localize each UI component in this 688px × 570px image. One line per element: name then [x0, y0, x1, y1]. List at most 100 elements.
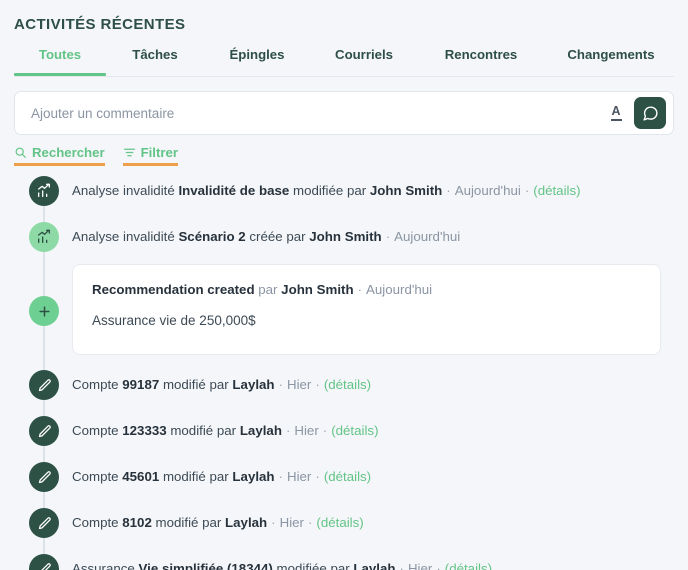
- activity-action: modifiée par: [289, 183, 370, 198]
- separator-dot: ·: [524, 183, 530, 198]
- activity-actor: Laylah: [225, 515, 268, 530]
- activity-subject: Invalidité de base: [178, 183, 290, 198]
- timeline-badge-analytics-chart: [29, 176, 59, 206]
- search-icon: [15, 147, 26, 158]
- activity-prefix: Assurance: [72, 561, 139, 570]
- timeline-item: Analyse invalidité Scénario 2 créée par …: [72, 228, 460, 246]
- comment-composer[interactable]: A: [14, 91, 674, 135]
- activity-actor: Laylah: [239, 423, 282, 438]
- activity-subject: 123333: [122, 423, 167, 438]
- tab--pingles[interactable]: Épingles: [197, 44, 317, 62]
- recommendation-timestamp: Aujourd'hui: [366, 282, 433, 297]
- format-underline-bar: [610, 119, 622, 121]
- activity-action: modifié par: [159, 377, 233, 392]
- recommendation-action: par: [254, 282, 282, 297]
- recommendation-card[interactable]: Recommendation created par John Smith · Au…: [72, 264, 661, 355]
- page-title: ACTIVITÉS RÉCENTES: [14, 16, 186, 33]
- activity-actor: Laylah: [232, 377, 275, 392]
- recommendation-body: Assurance vie de 250,000$: [92, 313, 256, 328]
- details-link[interactable]: (détails): [324, 377, 371, 392]
- recent-activities-panel: ACTIVITÉS RÉCENTES Toutes Tâches Épingles C…: [0, 0, 688, 570]
- pencil-icon: [38, 516, 51, 529]
- recommendation-card-header: Recommendation created par John Smith · Au…: [92, 282, 432, 297]
- analytics-chart-icon: [38, 229, 50, 243]
- tab-rencontres[interactable]: Rencontres: [421, 44, 541, 62]
- separator-dot: ·: [385, 229, 391, 244]
- activity-timestamp: Aujourd'hui: [394, 229, 461, 244]
- timeline-item: Compte 8102 modifié par Laylah · Hier · (dét…: [72, 514, 364, 532]
- activity-subject: 99187: [122, 377, 160, 392]
- active-tab-underline: [14, 73, 106, 76]
- timeline-item: Compte 99187 modifié par Laylah · Hier · (dé…: [72, 376, 371, 394]
- separator-dot: ·: [446, 183, 451, 198]
- activity-action: modifié par: [159, 469, 233, 484]
- activity-tabs: Toutes Tâches Épingles Courriels Rencontres C…: [0, 44, 688, 76]
- separator-dot: ·: [285, 423, 291, 438]
- activity-action: modifié par: [151, 515, 226, 530]
- comment-input[interactable]: [15, 105, 604, 121]
- timeline-badge-pencil: [29, 554, 59, 570]
- activity-timestamp: Hier: [294, 423, 319, 438]
- activity-action: créée par: [245, 229, 310, 244]
- activity-prefix: Compte: [72, 377, 123, 392]
- timeline-item: Compte 123333 modifié par Laylah · Hier · (d…: [72, 422, 379, 440]
- activity-timestamp: Hier: [279, 515, 304, 530]
- activity-prefix: Analyse invalidité: [72, 183, 179, 198]
- timeline-item: Analyse invalidité Invalidité de base mo…: [72, 182, 581, 200]
- pencil-icon: [38, 470, 51, 483]
- filter-link-label: Rechercher: [32, 145, 105, 160]
- timeline-badge-plus: [29, 296, 59, 326]
- activity-subject: 8102: [122, 515, 152, 530]
- separator-dot: ·: [315, 469, 320, 484]
- separator-dot: ·: [436, 561, 441, 570]
- details-link[interactable]: (détails): [445, 561, 492, 570]
- details-link[interactable]: (détails): [331, 423, 378, 438]
- separator-dot: ·: [357, 282, 363, 297]
- activity-prefix: Compte: [72, 469, 123, 484]
- activity-timeline: Analyse invalidité Invalidité de base mo…: [0, 170, 688, 570]
- activity-actor: Laylah: [232, 469, 275, 484]
- analytics-chart-icon: [38, 183, 50, 197]
- activity-timestamp: Hier: [407, 561, 433, 570]
- separator-dot: ·: [322, 423, 328, 438]
- timeline-badge-pencil: [29, 416, 59, 446]
- search-button[interactable]: Rechercher: [14, 145, 105, 166]
- plus-icon: [38, 305, 50, 317]
- filter-links: Rechercher Filtrer: [14, 145, 178, 166]
- timeline-badge-pencil: [29, 462, 59, 492]
- activity-prefix: Analyse invalidité: [72, 229, 179, 244]
- filter-icon: [123, 148, 135, 157]
- separator-dot: ·: [315, 377, 320, 392]
- separator-dot: ·: [278, 377, 283, 392]
- activity-timestamp: Aujourd'hui: [454, 183, 521, 198]
- timeline-item: Assurance Vie simplifiée (18344) modifié…: [72, 560, 492, 570]
- separator-dot: ·: [399, 561, 404, 570]
- tabs-divider: [14, 76, 674, 77]
- recommendation-title: Recommendation created: [92, 282, 255, 297]
- activity-timestamp: Hier: [286, 377, 312, 392]
- activity-subject: Scénario 2: [178, 229, 246, 244]
- recommendation-actor: John Smith: [281, 282, 354, 297]
- details-link[interactable]: (détails): [324, 469, 371, 484]
- pencil-icon: [38, 378, 51, 391]
- activity-actor: Laylah: [353, 561, 396, 570]
- activity-timestamp: Hier: [286, 469, 312, 484]
- tab-courriels[interactable]: Courriels: [304, 44, 424, 62]
- pencil-icon: [38, 424, 51, 437]
- separator-dot: ·: [271, 515, 276, 530]
- text-format-icon[interactable]: A: [604, 100, 628, 126]
- filter-button[interactable]: Filtrer: [122, 145, 178, 166]
- activity-action: modifiée par: [272, 561, 354, 570]
- filter-link-label: Filtrer: [140, 145, 178, 160]
- activity-prefix: Compte: [72, 423, 123, 438]
- separator-dot: ·: [307, 515, 313, 530]
- timeline-badge-pencil: [29, 508, 59, 538]
- speech-bubble-icon: [642, 105, 658, 121]
- details-link[interactable]: (détails): [533, 183, 580, 198]
- details-link[interactable]: (détails): [316, 515, 363, 530]
- tab-changements[interactable]: Changements: [551, 44, 671, 62]
- activity-subject: 45601: [122, 469, 160, 484]
- timeline-badge-analytics-chart: [29, 222, 59, 252]
- activity-actor: John Smith: [369, 183, 443, 198]
- send-comment-button[interactable]: [634, 97, 666, 129]
